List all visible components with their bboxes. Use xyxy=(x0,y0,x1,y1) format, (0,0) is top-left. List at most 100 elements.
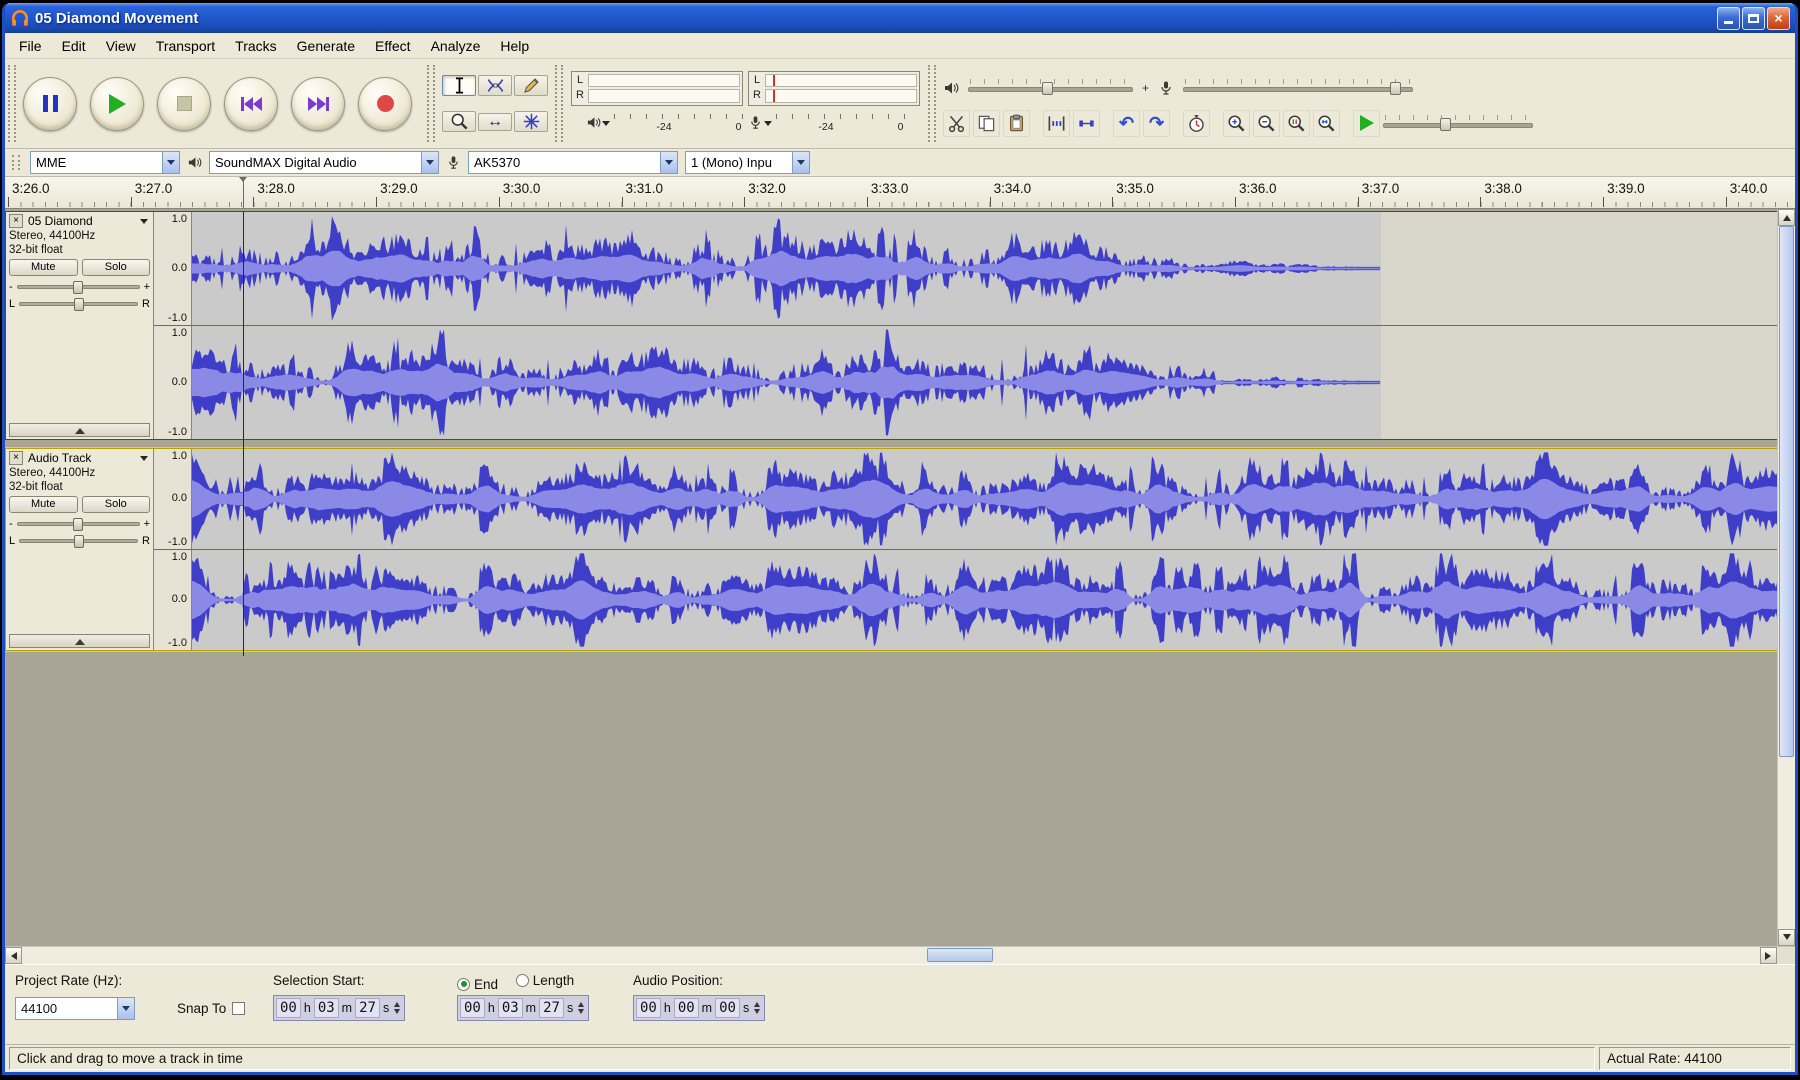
menu-generate[interactable]: Generate xyxy=(287,35,365,57)
solo-button[interactable]: Solo xyxy=(82,496,151,513)
mute-button[interactable]: Mute xyxy=(9,496,78,513)
selection-start-field[interactable]: 00h 03m 27s xyxy=(273,995,405,1021)
zoom-out-button[interactable] xyxy=(1253,110,1280,137)
draw-tool-button[interactable] xyxy=(514,75,548,96)
snap-to-checkbox[interactable] xyxy=(232,1002,245,1015)
waveform-left-channel[interactable] xyxy=(192,449,1780,549)
menu-file[interactable]: File xyxy=(9,35,52,57)
mute-button[interactable]: Mute xyxy=(9,259,78,276)
waveform-right-channel[interactable] xyxy=(192,550,1780,650)
toolbar-grip[interactable] xyxy=(8,65,16,142)
recording-meter[interactable]: L R xyxy=(748,71,920,106)
record-button[interactable] xyxy=(358,77,412,131)
menu-analyze[interactable]: Analyze xyxy=(421,35,491,57)
spinner-arrows-icon[interactable] xyxy=(576,999,586,1017)
playback-meter-menu[interactable] xyxy=(586,115,610,130)
input-volume-slider[interactable] xyxy=(1183,79,1413,96)
pan-slider[interactable] xyxy=(19,539,138,543)
recording-meter-menu[interactable] xyxy=(748,115,772,130)
menu-tracks[interactable]: Tracks xyxy=(225,35,286,57)
solo-button[interactable]: Solo xyxy=(82,259,151,276)
menu-edit[interactable]: Edit xyxy=(52,35,96,57)
playback-speed-slider[interactable] xyxy=(1383,115,1533,132)
stop-button[interactable] xyxy=(157,77,211,131)
scroll-down-button[interactable] xyxy=(1778,929,1795,946)
waveform-left-channel[interactable] xyxy=(192,212,1780,325)
menu-help[interactable]: Help xyxy=(490,35,539,57)
spinner-arrows-icon[interactable] xyxy=(752,999,762,1017)
horizontal-scrollbar[interactable] xyxy=(5,946,1795,964)
undo-button[interactable]: ↶ xyxy=(1113,110,1140,137)
track-collapse-button[interactable] xyxy=(9,423,150,437)
fit-selection-button[interactable] xyxy=(1283,110,1310,137)
scroll-up-button[interactable] xyxy=(1778,209,1795,226)
slider-thumb[interactable] xyxy=(1390,82,1401,95)
zoom-in-button[interactable] xyxy=(1223,110,1250,137)
playback-device-select[interactable]: SoundMAX Digital Audio xyxy=(209,151,439,174)
close-button[interactable]: × xyxy=(1767,7,1790,30)
cut-button[interactable] xyxy=(943,110,970,137)
ruler-tick xyxy=(8,197,9,207)
slider-thumb[interactable] xyxy=(74,298,84,311)
vertical-scroll-thumb[interactable] xyxy=(1779,226,1794,757)
play-button[interactable] xyxy=(90,77,144,131)
toolbar-grip[interactable] xyxy=(928,65,936,142)
output-volume-slider[interactable] xyxy=(968,79,1133,96)
playback-meter[interactable]: L R xyxy=(571,71,743,106)
redo-button[interactable]: ↷ xyxy=(1143,110,1170,137)
radio-end[interactable]: End xyxy=(457,977,498,992)
silence-button[interactable] xyxy=(1073,110,1100,137)
audio-host-select[interactable]: MME xyxy=(30,151,180,174)
horizontal-scroll-trough[interactable] xyxy=(22,947,1760,964)
copy-button[interactable] xyxy=(973,110,1000,137)
horizontal-scroll-thumb[interactable] xyxy=(927,948,993,962)
play-at-speed-button[interactable] xyxy=(1353,110,1380,137)
maximize-button[interactable] xyxy=(1742,7,1765,30)
gain-slider[interactable] xyxy=(17,522,140,526)
project-rate-select[interactable]: 44100 xyxy=(15,997,135,1020)
pause-button[interactable] xyxy=(23,77,77,131)
spinner-arrows-icon[interactable] xyxy=(392,999,402,1017)
scroll-right-button[interactable] xyxy=(1760,947,1777,964)
menu-transport[interactable]: Transport xyxy=(146,35,225,57)
envelope-tool-button[interactable] xyxy=(478,75,512,96)
track-close-button[interactable]: × xyxy=(9,451,23,465)
waveform-right-channel[interactable] xyxy=(192,326,1780,439)
toolbar-grip[interactable] xyxy=(12,155,20,170)
track-close-button[interactable]: × xyxy=(9,214,23,228)
fit-project-button[interactable] xyxy=(1313,110,1340,137)
radio-length[interactable]: Length xyxy=(516,973,574,988)
slider-thumb[interactable] xyxy=(73,281,83,294)
scroll-left-button[interactable] xyxy=(5,947,22,964)
slider-thumb[interactable] xyxy=(1042,82,1053,95)
track-area: × 05 Diamond Stereo, 44100Hz 32-bit floa… xyxy=(5,209,1795,946)
track-title-menu[interactable]: Audio Track xyxy=(26,451,150,465)
trim-button[interactable] xyxy=(1043,110,1070,137)
skip-to-end-button[interactable] xyxy=(291,77,345,131)
menu-effect[interactable]: Effect xyxy=(365,35,421,57)
vertical-scrollbar[interactable] xyxy=(1777,209,1795,946)
minimize-button[interactable] xyxy=(1717,7,1740,30)
gain-slider[interactable] xyxy=(17,285,140,289)
track-collapse-button[interactable] xyxy=(9,634,150,648)
selection-end-field[interactable]: 00h 03m 27s xyxy=(457,995,589,1021)
pan-slider[interactable] xyxy=(19,302,138,306)
input-channels-select[interactable]: 1 (Mono) Inpu xyxy=(685,151,810,174)
selection-tool-button[interactable] xyxy=(442,75,476,96)
paste-button[interactable] xyxy=(1003,110,1030,137)
skip-to-start-button[interactable] xyxy=(224,77,278,131)
menu-view[interactable]: View xyxy=(96,35,146,57)
audio-position-field[interactable]: 00h 00m 00s xyxy=(633,995,765,1021)
recording-device-select[interactable]: AK5370 xyxy=(468,151,678,174)
toolbar-grip[interactable] xyxy=(555,65,563,142)
timer-button[interactable] xyxy=(1183,110,1210,137)
zoom-tool-button[interactable] xyxy=(442,111,476,132)
timeshift-tool-button[interactable]: ↔ xyxy=(478,113,512,131)
toolbar-grip[interactable] xyxy=(427,65,435,142)
track-title-menu[interactable]: 05 Diamond xyxy=(26,214,150,228)
slider-thumb[interactable] xyxy=(1440,118,1451,131)
multi-tool-button[interactable] xyxy=(514,111,548,132)
slider-thumb[interactable] xyxy=(73,518,83,531)
timeline-ruler[interactable]: 3:26.03:27.03:28.03:29.03:30.03:31.03:32… xyxy=(5,177,1795,209)
slider-thumb[interactable] xyxy=(74,535,84,548)
